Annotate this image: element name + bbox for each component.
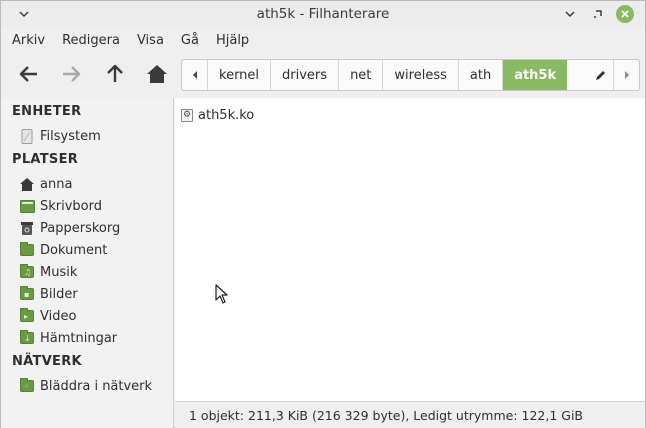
file-item[interactable]: ⚙ ath5k.ko [181, 106, 254, 124]
sidebar-item-music[interactable]: ♫ Musik [19, 262, 77, 282]
path-scroll-left-button[interactable] [182, 60, 208, 90]
sidebar-item-desktop[interactable]: Skrivbord [19, 196, 102, 216]
mouse-cursor-icon [215, 284, 228, 304]
sidebar: ENHETER Filsystem PLATSER anna Skrivbord… [1, 98, 174, 428]
file-manager-window: ath5k - Filhanterare Arkiv Redigera Visa… [0, 0, 646, 428]
sidebar-item-label: Musik [40, 264, 78, 280]
maximize-icon [594, 10, 602, 18]
status-text: 1 objekt: 211,3 KiB (216 329 byte), Ledi… [189, 407, 583, 423]
crumb-net[interactable]: net [339, 60, 384, 90]
menu-bar: Arkiv Redigera Visa Gå Hjälp [1, 28, 645, 52]
sidebar-item-label: Bilder [40, 286, 78, 302]
sidebar-item-label: Video [40, 308, 77, 324]
menu-help[interactable]: Hjälp [216, 33, 249, 48]
sidebar-item-label: Skrivbord [40, 198, 103, 214]
drive-icon [19, 128, 35, 144]
window-title: ath5k - Filhanterare [256, 6, 390, 22]
video-folder-icon: ▸ [19, 308, 35, 324]
sidebar-item-browse-network[interactable]: ◦ Bläddra i nätverk [19, 376, 152, 396]
home-icon [147, 65, 167, 83]
sidebar-item-label: anna [40, 176, 73, 192]
menu-file[interactable]: Arkiv [12, 33, 45, 48]
path-scroll-right-button[interactable] [613, 60, 639, 90]
menu-edit[interactable]: Redigera [62, 33, 120, 48]
arrow-up-icon [107, 64, 123, 82]
sidebar-item-downloads[interactable]: ↓ Hämtningar [19, 328, 117, 348]
edit-location-button[interactable] [589, 60, 613, 90]
sidebar-item-documents[interactable]: Dokument [19, 240, 107, 260]
path-bar-empty-space [567, 60, 589, 90]
sidebar-item-label: Bläddra i nätverk [40, 378, 153, 394]
chevron-right-icon [624, 71, 629, 79]
file-name: ath5k.ko [198, 107, 255, 123]
home-button[interactable] [143, 60, 171, 88]
up-button[interactable] [101, 60, 129, 88]
maximize-button[interactable] [589, 5, 607, 23]
section-network: NÄTVERK [12, 354, 82, 369]
file-view[interactable]: ⚙ ath5k.ko [175, 98, 645, 401]
sidebar-item-label: Hämtningar [40, 330, 118, 346]
kernel-module-icon: ⚙ [181, 108, 193, 122]
path-bar: kernel drivers net wireless ath ath5k [181, 59, 640, 91]
arrow-right-icon [63, 66, 81, 82]
title-bar: ath5k - Filhanterare [1, 1, 645, 28]
sidebar-item-home[interactable]: anna [19, 174, 72, 194]
downloads-folder-icon: ↓ [19, 330, 35, 346]
sidebar-item-filesystem[interactable]: Filsystem [19, 126, 101, 146]
crumb-ath5k[interactable]: ath5k [503, 60, 568, 90]
menu-view[interactable]: Visa [137, 33, 164, 48]
minimize-button[interactable] [561, 5, 579, 23]
crumb-ath[interactable]: ath [459, 60, 504, 90]
arrow-left-icon [19, 66, 37, 82]
sidebar-item-video[interactable]: ▸ Video [19, 306, 76, 326]
crumb-drivers[interactable]: drivers [271, 60, 340, 90]
minimize-icon [565, 11, 575, 17]
network-icon: ◦ [19, 378, 35, 394]
crumb-wireless[interactable]: wireless [383, 60, 459, 90]
sidebar-item-label: Filsystem [40, 128, 101, 144]
music-folder-icon: ♫ [19, 264, 35, 280]
crumb-kernel[interactable]: kernel [208, 60, 272, 90]
sidebar-item-pictures[interactable]: ▪ Bilder [19, 284, 78, 304]
close-button[interactable] [616, 5, 634, 23]
back-button[interactable] [15, 60, 43, 88]
status-bar: 1 objekt: 211,3 KiB (216 329 byte), Ledi… [175, 401, 645, 428]
home-icon [19, 176, 35, 192]
forward-button[interactable] [57, 60, 85, 88]
toolbar: kernel drivers net wireless ath ath5k [1, 52, 645, 98]
sidebar-item-label: Dokument [40, 242, 108, 258]
pencil-icon [596, 71, 605, 80]
pictures-folder-icon: ▪ [19, 286, 35, 302]
section-places: PLATSER [12, 152, 79, 167]
trash-icon [19, 220, 35, 236]
documents-folder-icon [19, 242, 35, 258]
close-icon [621, 10, 629, 18]
section-devices: ENHETER [12, 104, 82, 119]
menu-go[interactable]: Gå [181, 33, 199, 48]
sidebar-item-label: Papperskorg [40, 220, 121, 236]
sidebar-item-trash[interactable]: Papperskorg [19, 218, 120, 238]
desktop-icon [19, 198, 35, 214]
chevron-left-icon [192, 71, 197, 79]
